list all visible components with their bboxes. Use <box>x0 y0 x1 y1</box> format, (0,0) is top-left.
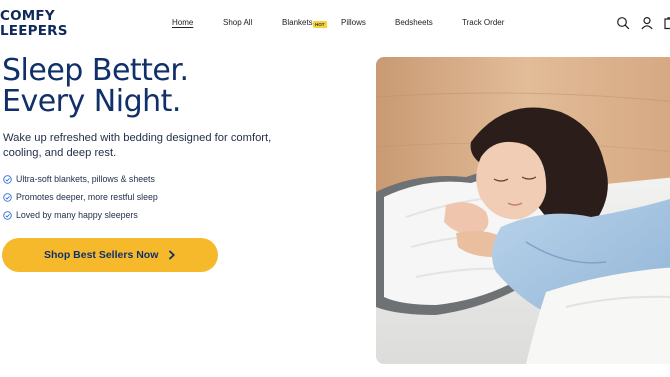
headline-line2: Every Night. <box>2 84 181 119</box>
hero-headline: Sleep Better. Every Night. <box>2 55 189 117</box>
cta-label: Shop Best Sellers Now <box>44 249 159 261</box>
check-icon <box>3 211 12 220</box>
hero-image <box>376 57 670 364</box>
check-icon <box>3 193 12 202</box>
benefit-text: Ultra-soft blankets, pillows & sheets <box>16 174 155 184</box>
sleeping-woman-photo <box>376 57 670 364</box>
search-icon[interactable] <box>616 16 630 30</box>
cart-icon[interactable] <box>663 16 670 30</box>
account-icon[interactable] <box>640 16 654 30</box>
hero-subtitle: Wake up refreshed with bedding designed … <box>3 132 272 159</box>
nav-track-order[interactable]: Track Order <box>462 18 504 27</box>
nav-pillows[interactable]: Pillows <box>341 18 366 27</box>
hot-badge: HOT <box>313 21 327 28</box>
headline-line1: Sleep Better. <box>2 53 189 88</box>
chevron-right-icon <box>169 250 175 260</box>
brand-line2: LEEPERS <box>0 23 68 39</box>
nav-home[interactable]: Home <box>172 18 193 27</box>
nav-blankets[interactable]: Blankets <box>282 18 313 27</box>
nav-shop-all[interactable]: Shop All <box>223 18 252 27</box>
brand-line1: COMFY <box>0 8 55 24</box>
benefit-text: Promotes deeper, more restful sleep <box>16 192 158 202</box>
benefit-text: Loved by many happy sleepers <box>16 210 138 220</box>
shop-best-sellers-button[interactable]: Shop Best Sellers Now <box>2 238 218 272</box>
brand-logo[interactable]: COMFY LEEPERS <box>0 9 68 39</box>
nav-bedsheets[interactable]: Bedsheets <box>395 18 433 27</box>
check-icon <box>3 175 12 184</box>
